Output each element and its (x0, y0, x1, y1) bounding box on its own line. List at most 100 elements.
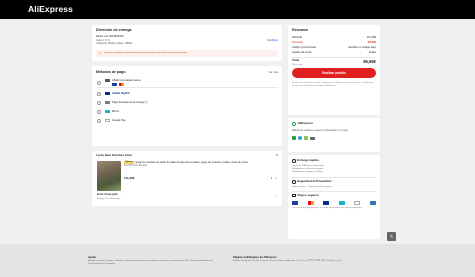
address-card: Dirección de entrega Elodie +61 29138784… (92, 25, 282, 61)
summary-line-subtotal: Subtotal 111,69€ (292, 36, 376, 39)
legal-text: Al hacer clic en Realizar pedido, confir… (292, 82, 374, 87)
store-card: Lucky Bear Furniture Store ✎ Ofertas Jue… (92, 151, 282, 206)
trust-card: AliExpress AliExpress mantiene segura tu… (288, 118, 380, 152)
delivery-item-text: Cupón de 1,00€ por entrega tardía (292, 165, 324, 167)
footer-col2-title: Páginas multilingües de AliExpress (233, 256, 277, 259)
radio-icon[interactable] (97, 100, 101, 105)
clock-icon (292, 159, 296, 163)
trust-title: AliExpress (297, 121, 314, 126)
payment-option-google-pay[interactable]: Google Pay (97, 116, 278, 125)
offer-badge: Ofertas (124, 161, 134, 164)
payment-option-cod[interactable]: Pago después de la entrega ⓘ (97, 98, 278, 107)
payment-option-paypal[interactable]: Añadir PayPal (97, 89, 278, 98)
quantity-value[interactable]: 1 (271, 176, 273, 180)
radio-icon[interactable] (97, 91, 101, 96)
payments-title: Pagos seguros (297, 193, 320, 197)
address-warning-text: Por favor, actualiza tu información de e… (103, 52, 188, 55)
product-title[interactable]: Juego de muebles de jardín de ratán de l… (135, 161, 248, 164)
badge-icon (298, 136, 302, 140)
delivery-label: Envío: Envío gratis (97, 194, 118, 196)
decrease-button[interactable]: − (266, 176, 268, 180)
radio-icon[interactable] (97, 109, 101, 114)
bizum-icon (105, 110, 110, 113)
summary-line-value: 111,69€ (366, 36, 376, 39)
shield-icon (292, 136, 296, 140)
pencil-icon: ✎ (389, 233, 394, 239)
google-pay-icon (354, 201, 361, 205)
google-pay-icon (105, 119, 110, 122)
payment-option-label: Añadir una tarjeta nueva (112, 78, 141, 82)
payment-logos (292, 201, 376, 205)
shield-check-icon (292, 122, 296, 126)
chevron-right-icon[interactable]: › (332, 179, 333, 184)
delivery-item-text: Reembolso si el artículo se pierde (292, 168, 324, 170)
footer-col1-text[interactable]: Atención al cliente, Disputas e informes… (88, 260, 216, 265)
mastercard-icon (307, 201, 314, 205)
payment-option-label: Google Pay (112, 118, 126, 122)
delivery-item: Reembolso si no llega en 30 días (292, 171, 376, 174)
product-image[interactable] (97, 161, 121, 191)
payment-options-list: Añadir una tarjeta nueva Añadir PayPal P… (97, 78, 278, 125)
chevron-right-icon[interactable]: › (276, 194, 277, 199)
promo-code-link[interactable]: Escribe un código aquí (349, 46, 376, 49)
aliexpress-logo[interactable]: AliExpress (28, 4, 73, 15)
summary-line-label: Gastos de envío (292, 51, 312, 54)
cash-icon (105, 101, 110, 104)
summary-line-promo: Código promocional Escribe un código aqu… (292, 46, 376, 49)
payment-option-new-card[interactable]: Añadir una tarjeta nueva (97, 78, 278, 87)
security-text: Pagos seguros · Datos personales seguros (292, 186, 332, 188)
card-icon (292, 194, 296, 198)
summary-line-value: -15,00€ (366, 41, 376, 44)
payment-title: Métodos de pago (96, 70, 126, 74)
card-icon (310, 136, 315, 140)
place-order-button[interactable]: Realizar pedido (292, 68, 376, 78)
summary-card: Resumen Subtotal 111,69€ Ahorrado -15,00… (288, 25, 380, 115)
shield-check-icon (292, 180, 296, 184)
payment-view-all-link[interactable]: Ver más (268, 71, 278, 74)
radio-icon[interactable] (97, 118, 101, 123)
payment-option-label: Añadir PayPal (112, 91, 130, 95)
chevron-right-icon[interactable]: › (319, 158, 320, 163)
footer-col1-title: Ayuda (88, 256, 96, 259)
payment-card: Métodos de pago Ver más Añadir una tarje… (92, 66, 282, 146)
payments-note: Con socios de pago populares, tus datos … (292, 207, 363, 209)
summary-line-shipping: Gastos de envío Gratis (292, 51, 376, 54)
increase-button[interactable]: + (275, 176, 277, 180)
radio-icon[interactable] (97, 80, 101, 85)
guarantees-card: Entrega rápida › Cupón de 1,00€ por entr… (288, 155, 380, 239)
paypal-icon (323, 201, 330, 205)
warning-icon: ⚠ (99, 50, 102, 55)
quantity-stepper[interactable]: − 1 + (266, 176, 277, 180)
amex-icon (369, 201, 376, 205)
mastercard-icon (119, 83, 124, 87)
delivery-date: Entrega: 19 - 24 de mayo (97, 197, 121, 200)
delivery-item-text: Reembolso si no llega en 30 días (292, 171, 323, 173)
payment-option-bizum[interactable]: Bizum (97, 107, 278, 116)
edit-address-link[interactable]: Modificar (267, 39, 278, 42)
summary-total: Total 96,69€ (292, 58, 376, 64)
card-icon (105, 78, 110, 82)
total-note: IVA incluido (292, 64, 303, 66)
product-price: 111,69€ (124, 176, 135, 180)
footer: Ayuda Atención al cliente, Disputas e in… (0, 244, 475, 277)
paypal-icon (105, 92, 110, 95)
summary-line-label: Subtotal (292, 36, 302, 39)
address-title: Dirección de entrega (96, 28, 132, 32)
address-warning-banner: ⚠ Por favor, actualiza tu información de… (96, 50, 278, 57)
summary-title: Resumen (292, 28, 309, 32)
store-name[interactable]: Lucky Bear Furniture Store (96, 153, 132, 157)
footer-col2-text[interactable]: Español, Português, Русский, Français, D… (233, 260, 383, 263)
total-value: 96,69€ (363, 59, 376, 64)
visa-icon (292, 201, 298, 205)
top-bar: AliExpress (0, 0, 475, 19)
feedback-button[interactable]: ✎ (387, 232, 396, 241)
product-variant[interactable]: ESCRITORIO Espalda (124, 165, 147, 168)
summary-line-label: Código promocional (292, 46, 316, 49)
summary-line-savings: Ahorrado -15,00€ (292, 41, 376, 44)
bizum-icon (338, 201, 345, 205)
payment-option-label: Bizum (112, 109, 120, 113)
summary-line-label: Ahorrado (292, 41, 304, 44)
address-line2: Chipiona, Madrid, Spain, 38831 (96, 42, 133, 45)
chat-icon[interactable]: ✎ (275, 153, 278, 158)
payment-option-label: Pago después de la entrega ⓘ (112, 100, 148, 104)
